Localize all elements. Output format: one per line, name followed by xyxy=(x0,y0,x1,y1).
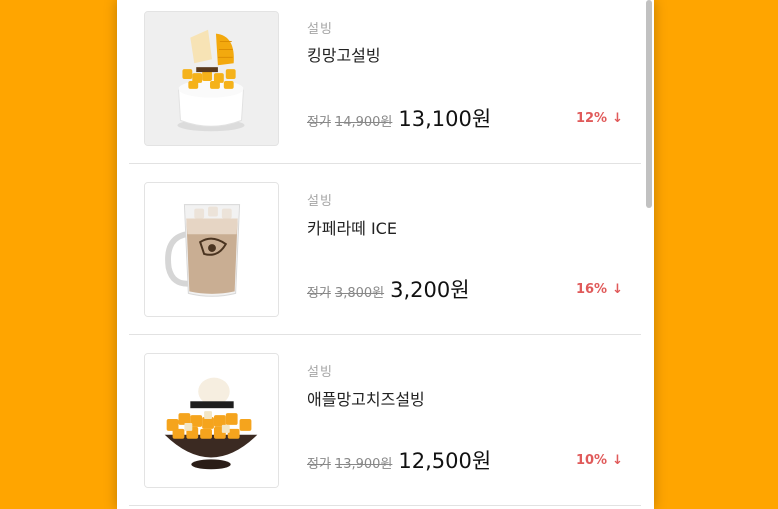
product-list-panel: 설빙 킹망고설빙 정가 14,900원 13,100원 12% ↓ 설빙 카페라… xyxy=(117,0,654,509)
iced-latte-image xyxy=(144,182,279,317)
discount-badge: 12% ↓ xyxy=(576,111,623,126)
scrollbar-thumb[interactable] xyxy=(646,0,652,208)
original-price-label: 정가 xyxy=(307,115,331,130)
sale-price: 13,100원 xyxy=(398,107,492,131)
price-row: 정가 13,900원 12,500원 xyxy=(307,445,491,475)
product-list: 설빙 킹망고설빙 정가 14,900원 13,100원 12% ↓ 설빙 카페라… xyxy=(129,0,641,506)
product-item-cafe-latte-ice[interactable]: 설빙 카페라떼 ICE 정가 3,800원 3,200원 16% ↓ xyxy=(129,164,641,335)
price-row: 정가 3,800원 3,200원 xyxy=(307,274,470,304)
discount-badge: 16% ↓ xyxy=(576,282,623,297)
product-name: 카페라떼 ICE xyxy=(307,219,397,238)
product-category: 설빙 xyxy=(307,365,333,380)
vertical-scrollbar[interactable] xyxy=(646,0,652,509)
arrow-down-icon: ↓ xyxy=(612,453,623,468)
original-price: 14,900원 xyxy=(334,115,393,130)
original-price-label: 정가 xyxy=(307,457,331,472)
original-price: 13,900원 xyxy=(334,457,393,472)
arrow-down-icon: ↓ xyxy=(612,282,623,297)
product-category: 설빙 xyxy=(307,22,333,37)
discount-rate: 10% xyxy=(575,453,608,468)
product-name: 애플망고치즈설빙 xyxy=(307,390,425,409)
apple-mango-cheese-bingsu-image xyxy=(144,353,279,488)
product-item-apple-mango-cheese-bingsu[interactable]: 설빙 애플망고치즈설빙 정가 13,900원 12,500원 10% ↓ xyxy=(129,335,641,506)
mango-bingsu-image xyxy=(144,11,279,146)
price-row: 정가 14,900원 13,100원 xyxy=(307,103,491,133)
product-item-king-mango-bingsu[interactable]: 설빙 킹망고설빙 정가 14,900원 13,100원 12% ↓ xyxy=(129,0,641,164)
original-price-label: 정가 xyxy=(307,286,331,301)
discount-badge: 10% ↓ xyxy=(576,453,623,468)
discount-rate: 16% xyxy=(575,282,608,297)
original-price: 3,800원 xyxy=(334,286,385,301)
product-name: 킹망고설빙 xyxy=(307,46,381,65)
sale-price: 12,500원 xyxy=(398,449,492,473)
discount-rate: 12% xyxy=(575,111,608,126)
sale-price: 3,200원 xyxy=(390,278,470,302)
arrow-down-icon: ↓ xyxy=(612,111,623,126)
product-category: 설빙 xyxy=(307,194,333,209)
